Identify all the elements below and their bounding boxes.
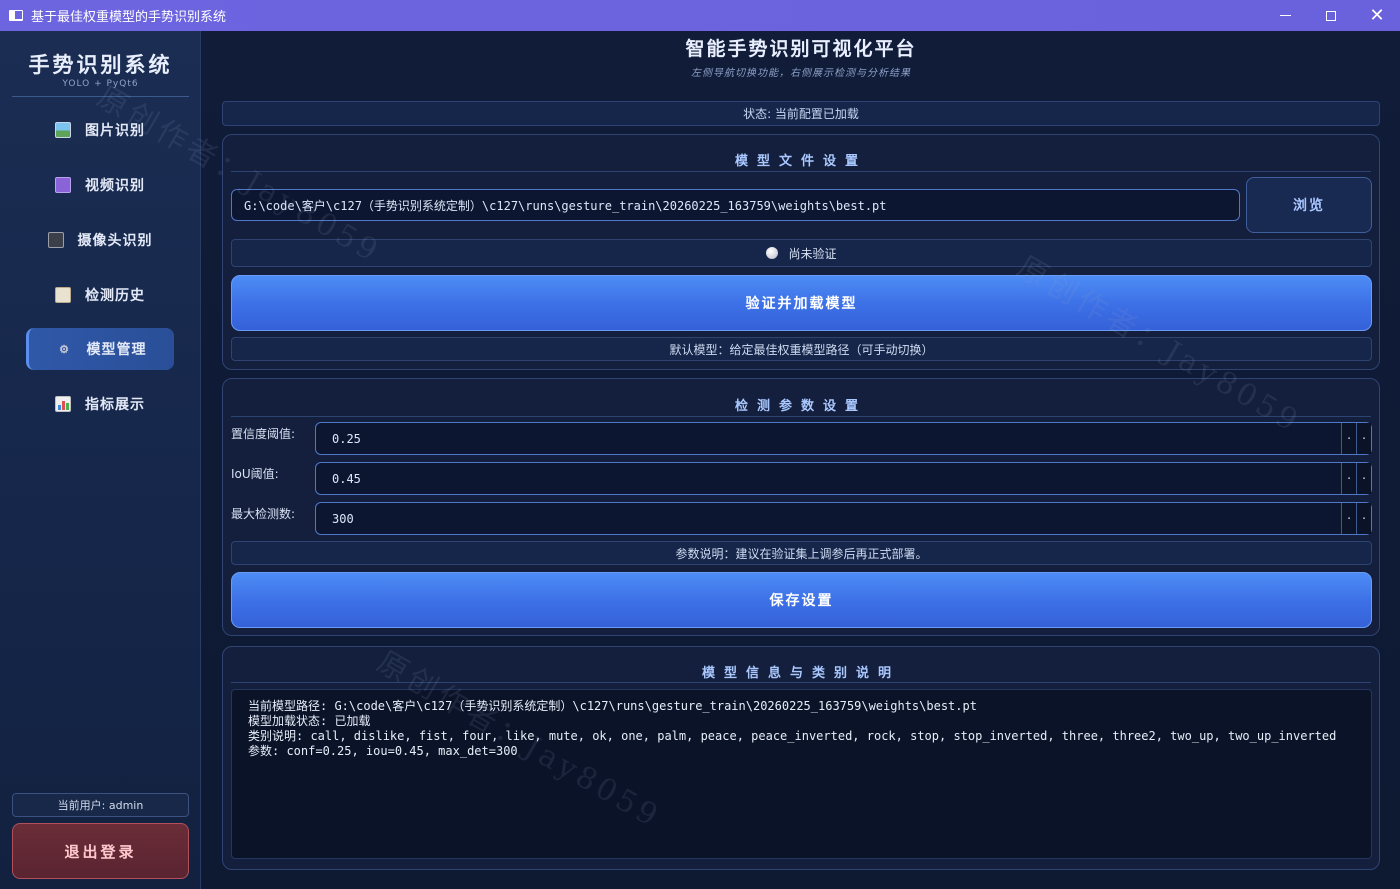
max-det-label: 最大检测数: <box>231 507 296 521</box>
decrement-button[interactable]: · <box>1341 463 1356 494</box>
conf-label: 置信度阈值: <box>231 427 296 441</box>
sidebar-item-model-management[interactable]: ⚙ 模型管理 <box>26 328 174 370</box>
max-det-spinbox[interactable]: 300 · · <box>315 502 1372 535</box>
model-info-text[interactable]: 当前模型路径: G:\code\客户\c127（手势识别系统定制）\c127\r… <box>231 689 1372 859</box>
decrement-button[interactable]: · <box>1341 503 1356 534</box>
window-titlebar: 基于最佳权重模型的手势识别系统 ✕ <box>0 0 1400 31</box>
sidebar-item-image-recognition[interactable]: 图片识别 <box>26 109 174 151</box>
main-content: 智能手势识别可视化平台 左侧导航切换功能，右侧展示检测与分析结果 状态: 当前配… <box>202 31 1400 889</box>
brand-divider <box>12 96 189 97</box>
brand-title: 手势识别系统 <box>28 52 173 77</box>
verify-status-text: 尚未验证 <box>788 246 837 261</box>
clapperboard-icon <box>55 177 71 193</box>
sidebar-item-metrics[interactable]: 指标展示 <box>26 383 174 425</box>
browse-button[interactable]: 浏览 <box>1246 177 1372 233</box>
spin-arrows: · · <box>1341 503 1371 534</box>
sidebar-item-label: 指标展示 <box>85 397 145 413</box>
bar-chart-icon <box>55 396 71 412</box>
verify-load-button[interactable]: 验证并加载模型 <box>231 275 1372 331</box>
sidebar-item-camera-recognition[interactable]: 摄像头识别 <box>26 219 174 261</box>
logout-button[interactable]: 退出登录 <box>12 823 189 879</box>
maximize-icon <box>1326 10 1336 21</box>
increment-button[interactable]: · <box>1356 503 1371 534</box>
status-dot-icon <box>766 247 779 259</box>
info-line: 模型加载状态: 已加载 <box>248 714 371 728</box>
app-icon <box>9 10 23 21</box>
brand-subtitle: YOLO + PyQt6 <box>62 79 139 89</box>
window-title: 基于最佳权重模型的手势识别系统 <box>31 10 227 25</box>
panel-title: 模型信息与类别说明 <box>701 666 900 681</box>
model-file-panel: 模型文件设置 G:\code\客户\c127（手势识别系统定制）\c127\ru… <box>222 134 1380 370</box>
page-subtitle: 左侧导航切换功能，右侧展示检测与分析结果 <box>691 68 911 79</box>
sidebar-item-label: 视频识别 <box>85 178 145 194</box>
minimize-button[interactable] <box>1262 0 1308 31</box>
gear-icon: ⚙ <box>59 342 70 356</box>
increment-button[interactable]: · <box>1356 463 1371 494</box>
increment-button[interactable]: · <box>1356 423 1371 454</box>
verify-status: 尚未验证 <box>231 239 1372 267</box>
info-line: 当前模型路径: G:\code\客户\c127（手势识别系统定制）\c127\r… <box>248 699 977 713</box>
sidebar-item-label: 摄像头识别 <box>77 233 153 249</box>
close-icon: ✕ <box>1369 4 1385 26</box>
detection-params-panel: 检测参数设置 置信度阈值: 0.25 · · IoU阈值: 0.45 · · 最… <box>222 378 1380 636</box>
default-model-note: 默认模型：给定最佳权重模型路径（可手动切换） <box>231 337 1372 361</box>
decrement-button[interactable]: · <box>1341 423 1356 454</box>
iou-label: IoU阈值: <box>231 467 279 481</box>
image-icon <box>55 122 71 138</box>
page-title: 智能手势识别可视化平台 <box>685 38 917 60</box>
sidebar-item-label: 检测历史 <box>85 288 145 304</box>
panel-divider <box>231 416 1371 417</box>
info-line: 参数: conf=0.25, iou=0.45, max_det=300 <box>248 744 518 758</box>
model-info-panel: 模型信息与类别说明 当前模型路径: G:\code\客户\c127（手势识别系统… <box>222 646 1380 870</box>
panel-divider <box>231 171 1371 172</box>
window-controls: ✕ <box>1262 0 1400 31</box>
conf-spinbox[interactable]: 0.25 · · <box>315 422 1372 455</box>
panel-title: 模型文件设置 <box>734 154 867 169</box>
info-line: 类别说明: call, dislike, fist, four, like, m… <box>248 729 1337 743</box>
max-det-value: 300 <box>332 511 354 526</box>
current-user-label: 当前用户: admin <box>12 793 189 817</box>
status-bar: 状态: 当前配置已加载 <box>222 101 1380 126</box>
conf-value: 0.25 <box>332 431 361 446</box>
param-note: 参数说明：建议在验证集上调参后再正式部署。 <box>231 541 1372 565</box>
clipboard-icon <box>55 287 71 303</box>
iou-value: 0.45 <box>332 471 361 486</box>
camera-icon <box>47 232 64 248</box>
sidebar-item-label: 图片识别 <box>85 123 145 139</box>
save-settings-button[interactable]: 保存设置 <box>231 572 1372 628</box>
model-path-input[interactable]: G:\code\客户\c127（手势识别系统定制）\c127\runs\gest… <box>231 189 1240 221</box>
sidebar-item-label: 模型管理 <box>86 342 147 358</box>
iou-spinbox[interactable]: 0.45 · · <box>315 462 1372 495</box>
spin-arrows: · · <box>1341 463 1371 494</box>
panel-divider <box>231 682 1371 683</box>
spin-arrows: · · <box>1341 423 1371 454</box>
sidebar: 手势识别系统 YOLO + PyQt6 图片识别 视频识别 摄像头识别 检测历史… <box>0 31 201 889</box>
close-button[interactable]: ✕ <box>1354 0 1400 31</box>
minimize-icon <box>1279 15 1291 16</box>
maximize-button[interactable] <box>1308 0 1354 31</box>
sidebar-item-detection-history[interactable]: 检测历史 <box>26 274 174 316</box>
panel-title: 检测参数设置 <box>734 399 867 414</box>
sidebar-item-video-recognition[interactable]: 视频识别 <box>26 164 174 206</box>
